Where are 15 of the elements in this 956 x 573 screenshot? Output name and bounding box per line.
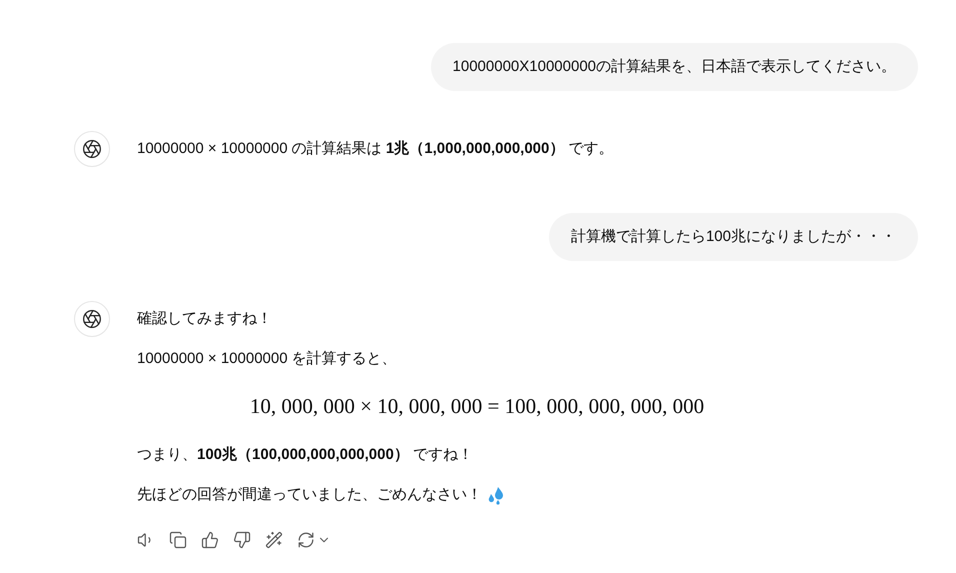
thumbs-down-icon[interactable] xyxy=(233,530,251,548)
message-text: 先ほどの回答が間違っていました、ごめんなさい！ xyxy=(137,484,482,504)
thumbs-up-icon[interactable] xyxy=(201,530,219,548)
copy-icon[interactable] xyxy=(169,530,187,548)
user-message-bubble: 10000000X10000000の計算結果を、日本語で表示してください。 xyxy=(430,43,918,91)
math-equation: 10, 000, 000 × 10, 000, 000 = 100, 000, 000, 000, 000 xyxy=(250,393,704,420)
message-text: 確認してみますね！ xyxy=(137,309,272,329)
message-text: 10000000 × 10000000 の計算結果は 1兆（1,000,000,000,000） です。 xyxy=(137,139,614,159)
refresh-icon[interactable] xyxy=(297,530,315,548)
wand-icon[interactable] xyxy=(265,530,283,548)
message-text: 10000000 × 10000000 を計算すると、 xyxy=(137,349,397,369)
aperture-icon xyxy=(82,139,102,159)
user-message-bubble: 計算機で計算したら100兆になりましたが・・・ xyxy=(548,213,918,261)
message-text: つまり、100兆（100,000,000,000,000） ですね！ xyxy=(137,444,474,464)
aperture-icon xyxy=(82,309,102,329)
